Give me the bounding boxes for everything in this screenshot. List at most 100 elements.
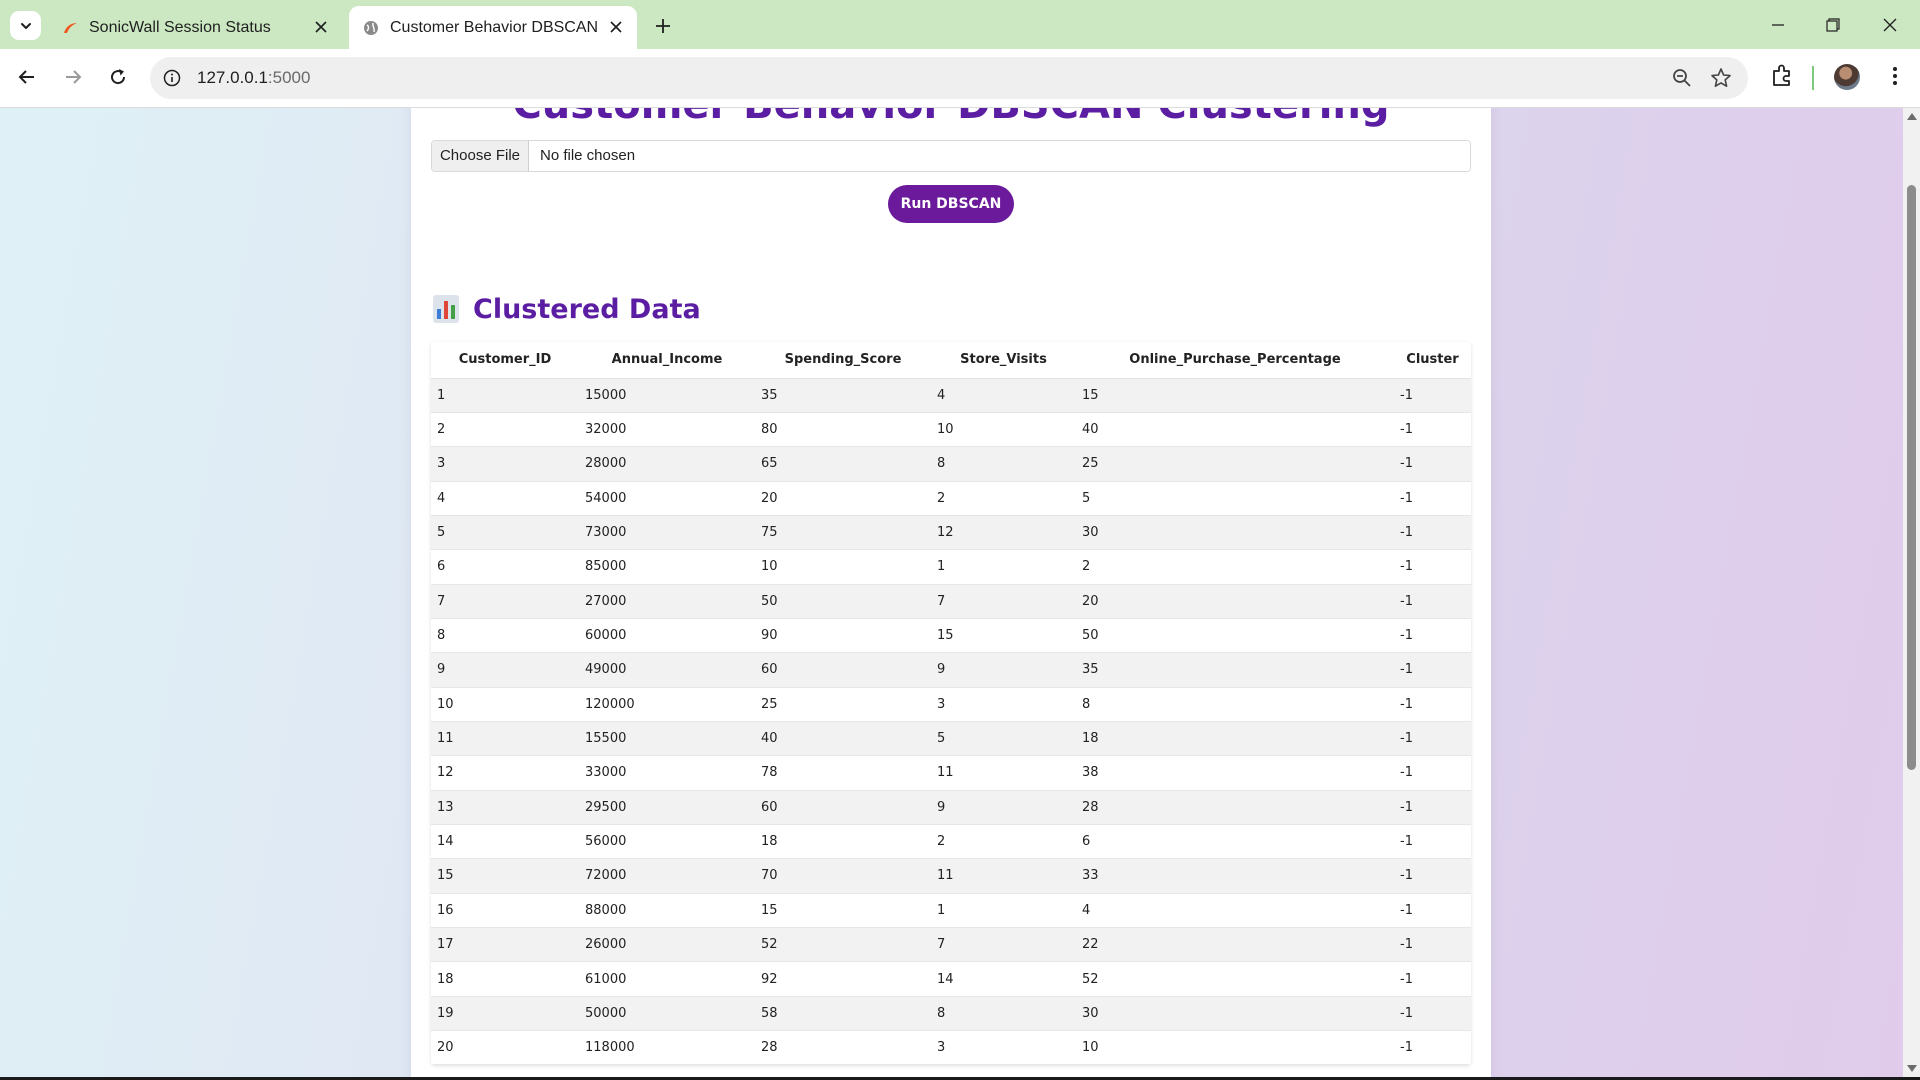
scroll-down-arrow-icon[interactable] <box>1907 1065 1917 1072</box>
table-cell: 2 <box>931 481 1076 516</box>
reload-icon <box>111 69 126 85</box>
table-cell: 27000 <box>579 584 755 619</box>
table-row: 3 28000 65 8 25 -1 <box>431 446 1471 482</box>
column-header: Annual_Income <box>579 342 755 379</box>
column-header: Spending_Score <box>755 342 931 379</box>
table-cell: 9 <box>931 790 1076 825</box>
table-cell: 19 <box>431 996 579 1032</box>
file-status-text: No file chosen <box>540 147 636 164</box>
table-cell: 28 <box>755 1030 931 1066</box>
choose-file-button[interactable]: Choose File <box>432 141 529 171</box>
table-cell: -1 <box>1394 858 1471 894</box>
table-cell: 60 <box>755 790 931 825</box>
clustered-data-heading: Clustered Data <box>433 291 701 327</box>
profile-avatar[interactable] <box>1834 64 1860 90</box>
minimize-button[interactable] <box>1765 12 1791 38</box>
table-cell: 60000 <box>579 618 755 654</box>
table-cell: 15500 <box>579 721 755 757</box>
table-cell: 15000 <box>579 378 755 413</box>
url-text[interactable]: 127.0.0.1:5000 <box>197 68 310 88</box>
table-cell: -1 <box>1394 961 1471 997</box>
tab-close-icon[interactable] <box>312 18 330 36</box>
table-cell: 8 <box>931 996 1076 1032</box>
table-cell: 18 <box>755 824 931 860</box>
table-cell: 28000 <box>579 446 755 482</box>
table-cell: 22 <box>1076 927 1394 963</box>
table-row: 18 61000 92 14 52 -1 <box>431 961 1471 997</box>
table-cell: 3 <box>931 1030 1076 1066</box>
table-cell: 12 <box>431 755 579 791</box>
reload-button[interactable] <box>104 63 132 91</box>
tab-close-icon[interactable] <box>607 18 625 36</box>
close-icon <box>1883 18 1897 32</box>
zoom-icon[interactable] <box>1672 68 1692 88</box>
new-tab-button[interactable] <box>650 13 676 39</box>
page-scrollbar[interactable] <box>1903 108 1920 1077</box>
scrollbar-thumb[interactable] <box>1907 185 1916 770</box>
browser-toolbar: 127.0.0.1:5000 <box>0 49 1920 108</box>
column-header: Online_Purchase_Percentage <box>1076 342 1394 379</box>
column-header: Store_Visits <box>931 342 1076 379</box>
table-row: 10 120000 25 3 8 -1 <box>431 687 1471 722</box>
table-cell: 72000 <box>579 858 755 894</box>
table-cell: 14 <box>931 961 1076 997</box>
table-cell: -1 <box>1394 515 1471 551</box>
table-cell: 20 <box>431 1030 579 1066</box>
table-cell: 4 <box>1076 893 1394 929</box>
table-cell: 50000 <box>579 996 755 1032</box>
table-cell: -1 <box>1394 412 1471 448</box>
plus-icon <box>656 19 670 33</box>
back-button[interactable] <box>13 63 41 91</box>
table-row: 19 50000 58 8 30 -1 <box>431 996 1471 1032</box>
table-cell: -1 <box>1394 721 1471 757</box>
table-body: 1 15000 35 4 15 -1 2 32000 80 10 40 -1 3 28000 65 8 25 -1… <box>431 378 1471 1066</box>
table-cell: 6 <box>1076 824 1394 860</box>
table-cell: 7 <box>431 584 579 619</box>
table-row: 2 32000 80 10 40 -1 <box>431 412 1471 448</box>
table-cell: 3 <box>931 687 1076 722</box>
forward-button[interactable] <box>59 63 87 91</box>
table-cell: 11 <box>931 858 1076 894</box>
address-bar[interactable]: 127.0.0.1:5000 <box>150 57 1748 99</box>
table-cell: 4 <box>931 378 1076 413</box>
toolbar-divider <box>1812 66 1814 90</box>
table-cell: 70 <box>755 858 931 894</box>
table-cell: -1 <box>1394 1030 1471 1066</box>
table-cell: -1 <box>1394 927 1471 963</box>
bookmark-star-icon[interactable] <box>1710 67 1732 89</box>
table-cell: -1 <box>1394 790 1471 825</box>
table-cell: -1 <box>1394 618 1471 654</box>
tab-search-button[interactable] <box>10 11 41 40</box>
main-container: Customer Behavior DBSCAN Clustering Choo… <box>411 108 1491 1077</box>
table-cell: 30 <box>1076 996 1394 1032</box>
file-input[interactable]: Choose File No file chosen <box>431 140 1471 172</box>
table-cell: 10 <box>755 549 931 585</box>
table-cell: 56000 <box>579 824 755 860</box>
table-cell: 14 <box>431 824 579 860</box>
restore-button[interactable] <box>1820 12 1846 38</box>
table-cell: 49000 <box>579 652 755 688</box>
table-row: 7 27000 50 7 20 -1 <box>431 584 1471 619</box>
table-cell: 73000 <box>579 515 755 551</box>
tab-dbscan[interactable]: Customer Behavior DBSCAN <box>349 6 637 49</box>
extensions-puzzle-icon[interactable] <box>1769 63 1795 89</box>
table-cell: 54000 <box>579 481 755 516</box>
table-cell: 75 <box>755 515 931 551</box>
table-row: 15 72000 70 11 33 -1 <box>431 858 1471 894</box>
table-cell: -1 <box>1394 996 1471 1032</box>
table-cell: 28 <box>1076 790 1394 825</box>
restore-icon <box>1826 18 1840 32</box>
table-cell: 10 <box>931 412 1076 448</box>
page-title: Customer Behavior DBSCAN Clustering <box>411 108 1491 128</box>
run-dbscan-button[interactable]: Run DBSCAN <box>888 185 1014 223</box>
close-window-button[interactable] <box>1877 12 1903 38</box>
table-cell: 7 <box>931 927 1076 963</box>
scroll-up-arrow-icon[interactable] <box>1907 113 1917 120</box>
table-cell: 4 <box>431 481 579 516</box>
table-cell: 32000 <box>579 412 755 448</box>
site-info-icon[interactable] <box>162 68 182 88</box>
table-cell: 15 <box>431 858 579 894</box>
section-title-text: Clustered Data <box>473 293 701 325</box>
tab-sonicwall[interactable]: SonicWall Session Status <box>48 6 342 49</box>
browser-menu-button[interactable] <box>1882 63 1908 89</box>
